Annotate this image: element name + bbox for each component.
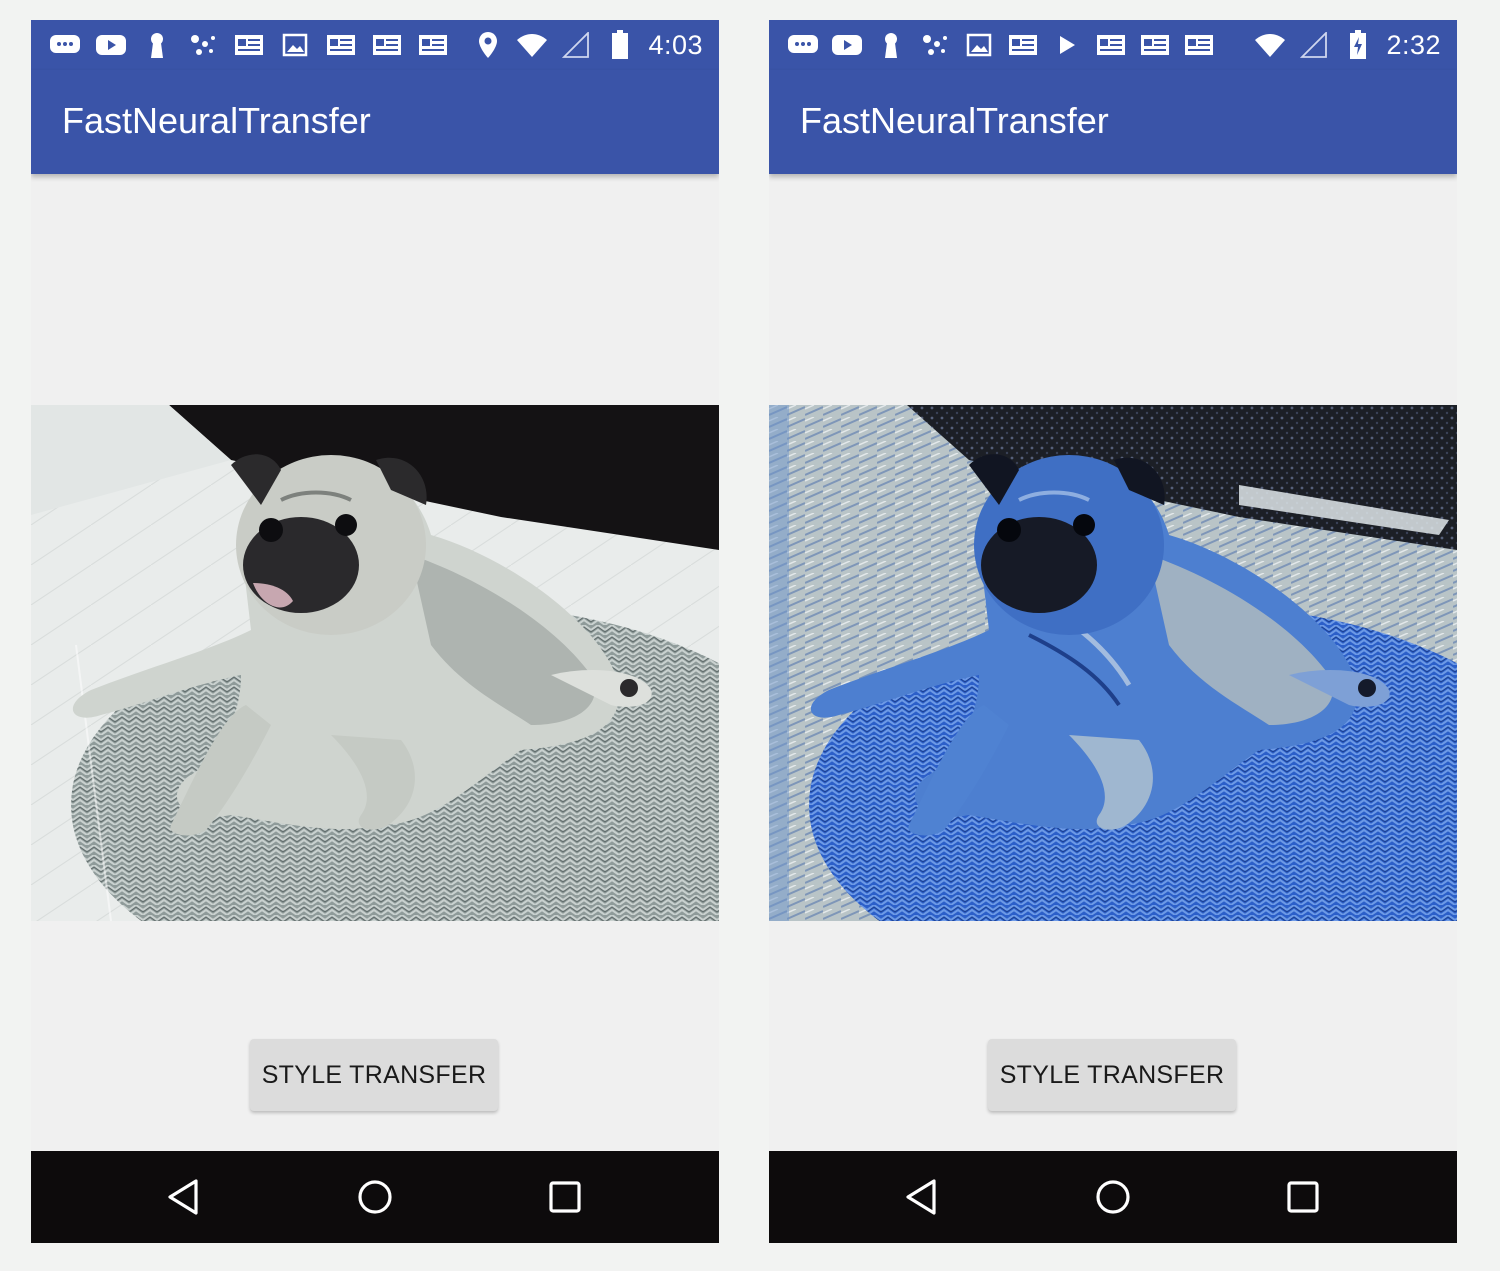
sync-dots-icon	[919, 31, 951, 59]
youtube-icon	[831, 31, 863, 59]
app-title: FastNeuralTransfer	[62, 100, 371, 141]
youtube-icon	[95, 31, 127, 59]
keyhole-icon	[875, 31, 907, 59]
home-icon[interactable]	[353, 1177, 397, 1217]
news-card-icon	[1183, 31, 1215, 59]
wifi-icon	[516, 31, 548, 59]
battery-icon	[604, 30, 636, 59]
notification-icons	[49, 30, 449, 60]
style-transfer-button[interactable]: STYLE TRANSFER	[250, 1039, 498, 1111]
recent-apps-icon[interactable]	[543, 1177, 587, 1217]
phone-screen-stylized: 2:32 FastNeuralTransfer STYLE TRANSFER	[769, 20, 1457, 1243]
pug-photo-original	[31, 405, 719, 921]
news-card-icon	[233, 31, 265, 59]
news-card-icon	[1095, 31, 1127, 59]
app-title: FastNeuralTransfer	[800, 100, 1109, 141]
notification-icons	[787, 30, 1215, 60]
system-icons: 2:32	[1254, 28, 1441, 62]
home-icon[interactable]	[1091, 1177, 1135, 1217]
pug-photo-stylized	[769, 405, 1457, 921]
nav-bar	[769, 1151, 1457, 1243]
status-time: 2:32	[1386, 29, 1441, 60]
image-icon	[963, 31, 995, 59]
keyhole-icon	[141, 31, 173, 59]
image-icon	[279, 31, 311, 59]
news-card-icon	[1007, 31, 1039, 59]
news-card-icon	[417, 31, 449, 59]
play-icon	[1051, 31, 1083, 59]
back-icon[interactable]	[161, 1177, 205, 1217]
wifi-icon	[1254, 31, 1286, 59]
recent-apps-icon[interactable]	[1281, 1177, 1325, 1217]
status-time: 4:03	[648, 29, 703, 60]
status-bar: 4:03	[31, 20, 719, 70]
main-content: STYLE TRANSFER	[31, 174, 719, 1151]
news-card-icon	[1139, 31, 1171, 59]
phone-screen-original: 4:03 FastNeuralTransfer STYLE TRANSFER	[31, 20, 719, 1243]
cell-signal-icon	[560, 31, 592, 59]
battery-charging-icon	[1342, 30, 1374, 59]
news-card-icon	[371, 31, 403, 59]
system-icons: 4:03	[472, 28, 703, 62]
app-bar: FastNeuralTransfer	[769, 70, 1457, 174]
app-bar: FastNeuralTransfer	[31, 70, 719, 174]
status-bar: 2:32	[769, 20, 1457, 70]
nav-bar	[31, 1151, 719, 1243]
chat-bubble-icon	[49, 31, 81, 59]
back-icon[interactable]	[899, 1177, 943, 1217]
news-card-icon	[325, 31, 357, 59]
main-content: STYLE TRANSFER	[769, 174, 1457, 1151]
cell-signal-icon	[1298, 31, 1330, 59]
style-transfer-button[interactable]: STYLE TRANSFER	[988, 1039, 1236, 1111]
chat-bubble-icon	[787, 31, 819, 59]
location-pin-icon	[472, 31, 504, 59]
sync-dots-icon	[187, 31, 219, 59]
